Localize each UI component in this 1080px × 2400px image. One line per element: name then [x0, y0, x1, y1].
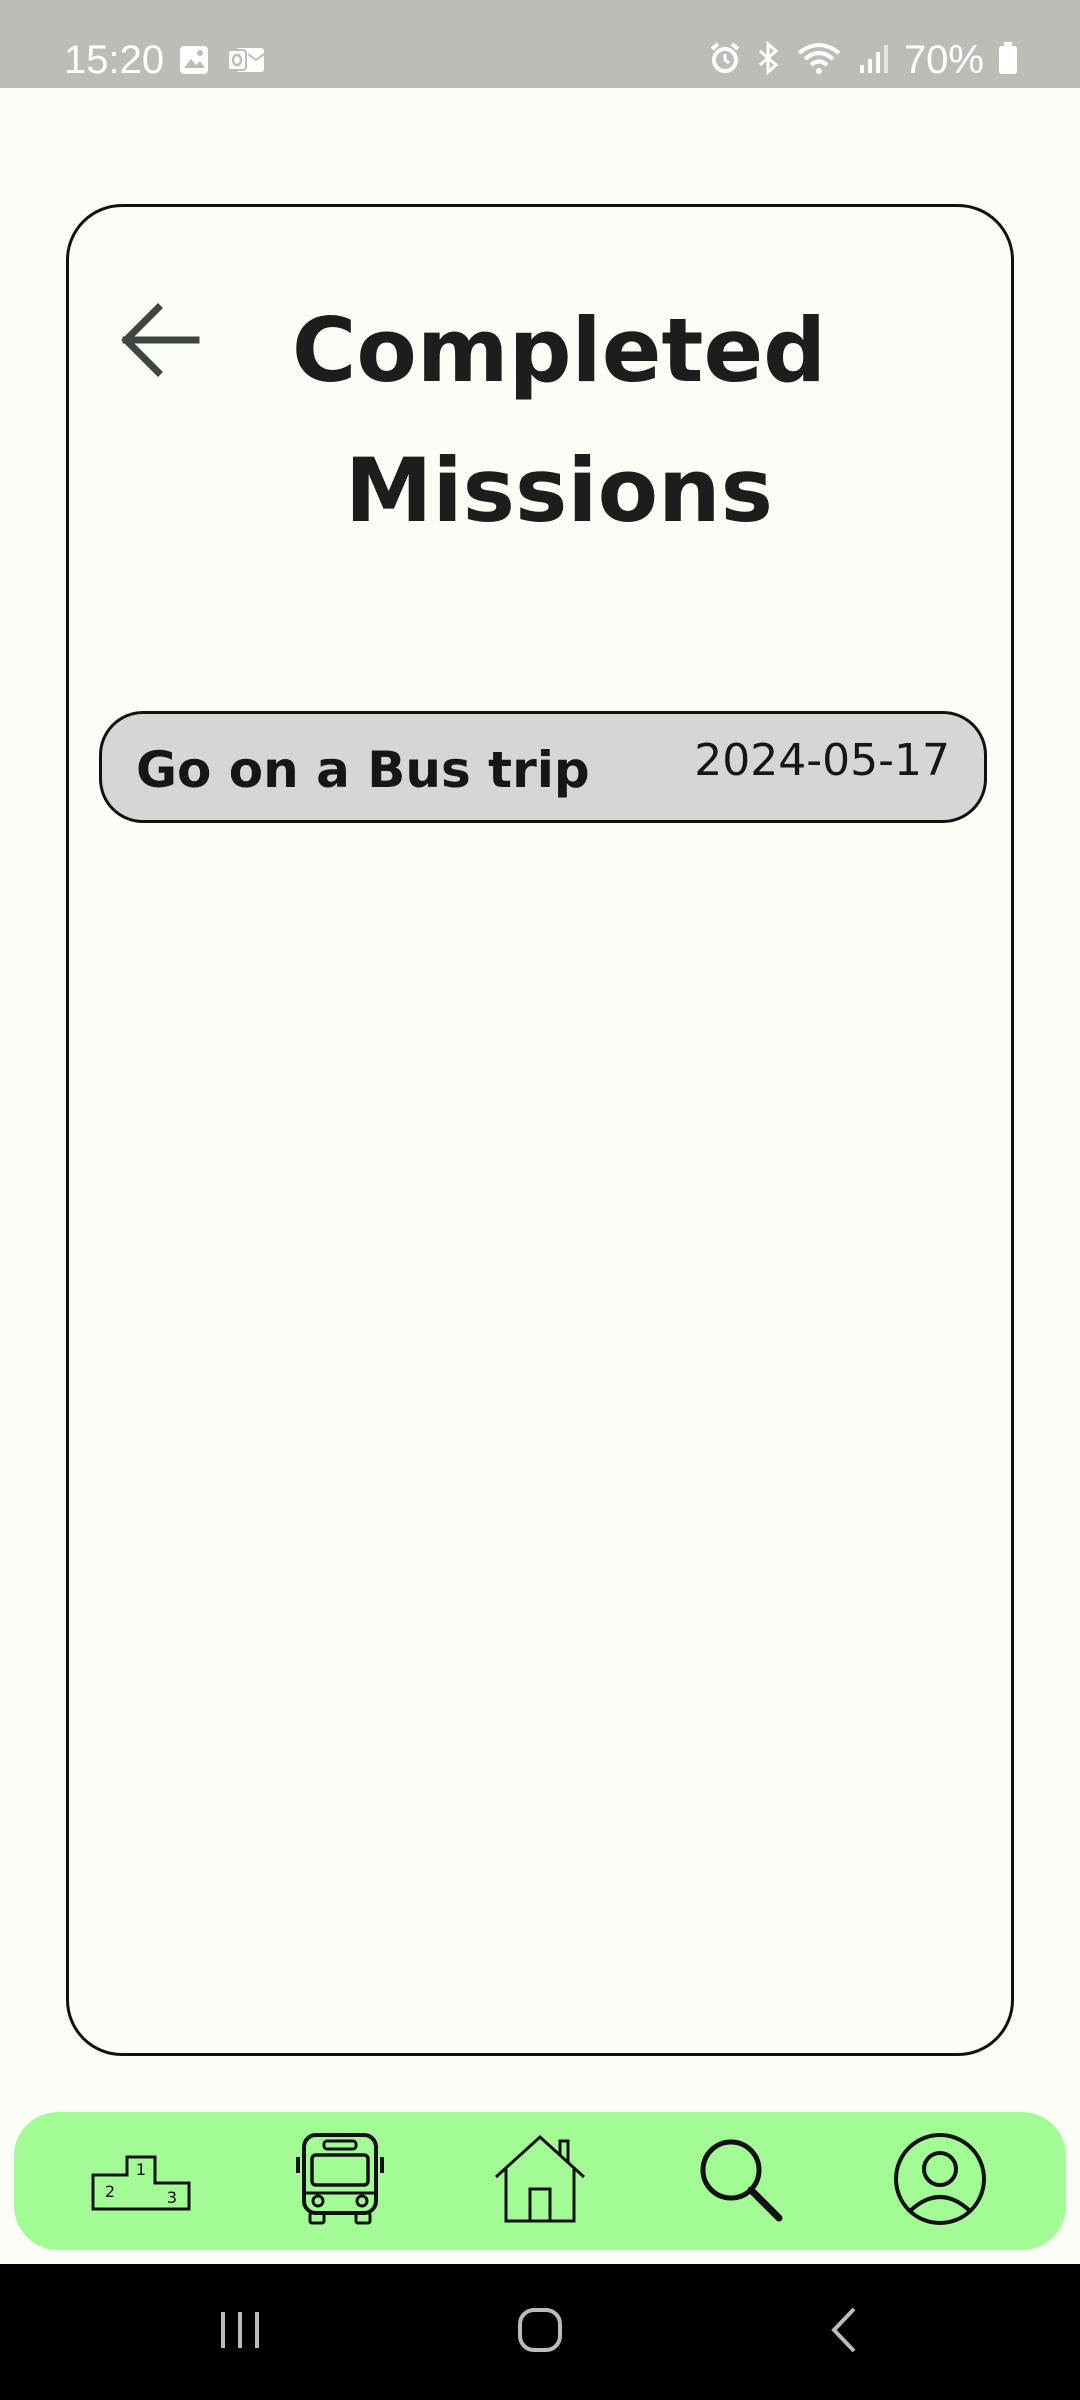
svg-text:2: 2	[105, 2182, 115, 2201]
battery-percentage: 70%	[903, 38, 984, 82]
home-system-button[interactable]	[500, 2292, 580, 2372]
profile-icon	[892, 2131, 988, 2231]
alarm-icon	[708, 41, 742, 80]
status-right-icons: 70%	[708, 36, 1018, 84]
wifi-icon	[796, 41, 842, 80]
recent-apps-button[interactable]	[200, 2292, 280, 2372]
arrow-left-icon	[118, 302, 202, 382]
gallery-icon	[178, 44, 210, 81]
svg-text:1: 1	[136, 2160, 146, 2179]
back-button[interactable]	[105, 287, 215, 397]
mission-name: Go on a Bus trip	[136, 741, 590, 799]
back-system-button[interactable]	[804, 2292, 884, 2372]
recent-apps-icon	[215, 2308, 265, 2356]
chevron-left-icon	[824, 2305, 864, 2359]
bluetooth-icon	[756, 40, 782, 80]
bus-icon	[292, 2131, 388, 2231]
page-title-line-1: Completed	[291, 299, 827, 402]
home-circle-icon	[515, 2305, 565, 2359]
nav-home[interactable]	[490, 2131, 590, 2231]
completed-missions-card: Completed Missions Go on a Bus trip 2024…	[66, 204, 1014, 2056]
nav-bus[interactable]	[290, 2131, 390, 2231]
svg-text:3: 3	[167, 2188, 177, 2207]
search-icon	[695, 2134, 785, 2228]
page-title: Completed Missions	[269, 281, 849, 561]
home-icon	[492, 2133, 588, 2229]
mission-date: 2024-05-17	[694, 735, 950, 786]
nav-profile[interactable]	[890, 2131, 990, 2231]
outlook-icon	[226, 44, 266, 81]
page-title-line-2: Missions	[344, 439, 774, 542]
bottom-nav: 1 2 3	[14, 2112, 1066, 2250]
leaderboard-icon: 1 2 3	[91, 2147, 191, 2215]
nav-search[interactable]	[690, 2131, 790, 2231]
system-nav-bar	[0, 2264, 1080, 2400]
status-left-icons	[178, 44, 266, 81]
status-time: 15:20	[64, 38, 165, 82]
signal-icon	[856, 41, 890, 80]
nav-leaderboard[interactable]: 1 2 3	[91, 2131, 191, 2231]
status-bar: 15:20 70%	[0, 0, 1080, 88]
battery-icon	[998, 41, 1018, 80]
mission-list-item[interactable]: Go on a Bus trip 2024-05-17	[99, 711, 987, 823]
